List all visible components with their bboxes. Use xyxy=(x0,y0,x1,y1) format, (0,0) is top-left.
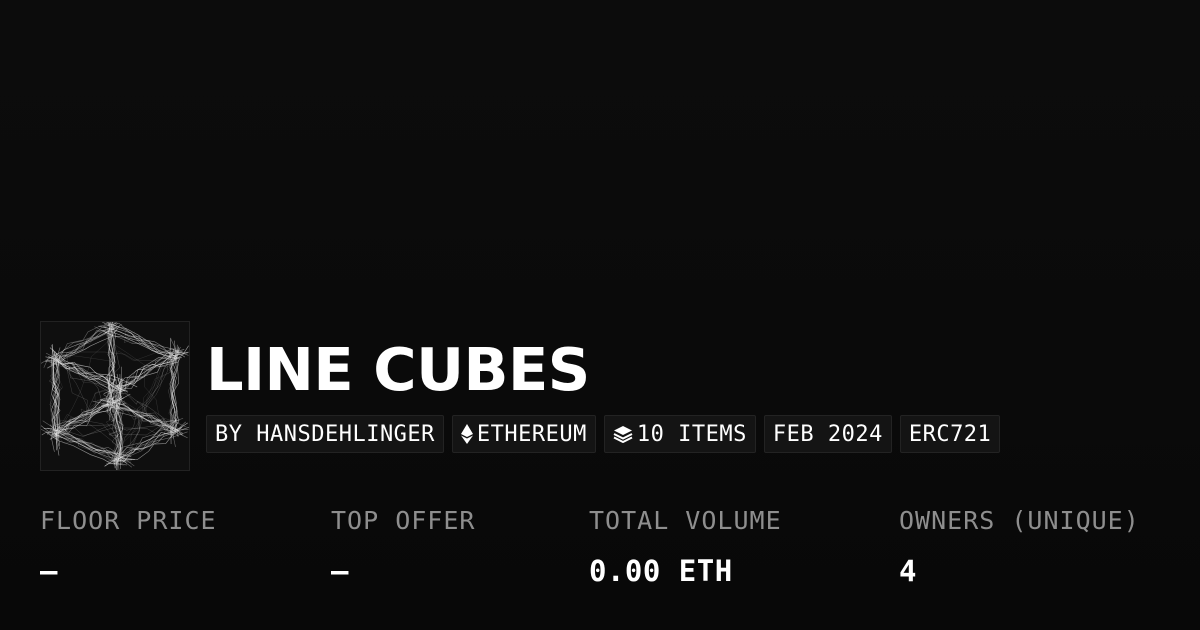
collection-card: LINE CUBES BY HANSDEHLINGER ETHEREUM 10 … xyxy=(0,0,1200,630)
stat-label: TOTAL VOLUME xyxy=(589,506,782,535)
stat-floor-price: FLOOR PRICE – xyxy=(40,503,217,589)
creator-label: BY HANSDEHLINGER xyxy=(215,421,435,447)
standard-label: ERC721 xyxy=(908,421,992,447)
chain-label: ETHEREUM xyxy=(476,421,587,447)
stat-top-offer: TOP OFFER – xyxy=(331,503,475,589)
stat-owners: OWNERS (UNIQUE) 4 xyxy=(899,503,1140,589)
ethereum-icon xyxy=(460,424,473,444)
stat-value: – xyxy=(40,554,58,588)
stat-total-volume: TOTAL VOLUME 0.00 ETH xyxy=(589,503,782,589)
stat-value: 0.00 ETH xyxy=(589,554,733,588)
stat-label: TOP OFFER xyxy=(331,506,476,535)
date-tag: FEB 2024 xyxy=(763,415,892,453)
creator-tag[interactable]: BY HANSDEHLINGER xyxy=(206,415,444,453)
standard-tag: ERC721 xyxy=(899,415,1001,453)
items-tag[interactable]: 10 ITEMS xyxy=(603,415,756,453)
date-label: FEB 2024 xyxy=(772,421,883,447)
stat-value: 4 xyxy=(899,554,917,588)
stat-value: – xyxy=(331,554,349,588)
collection-tags: BY HANSDEHLINGER ETHEREUM 10 ITEMS FEB 2… xyxy=(206,415,1001,453)
chain-tag[interactable]: ETHEREUM xyxy=(451,415,596,453)
stat-label: FLOOR PRICE xyxy=(40,506,217,535)
line-cube-artwork xyxy=(41,322,189,470)
items-label: 10 ITEMS xyxy=(636,421,747,447)
layers-icon xyxy=(613,425,633,443)
stat-label: OWNERS (UNIQUE) xyxy=(899,506,1140,535)
collection-title: LINE CUBES xyxy=(206,335,590,404)
collection-thumbnail[interactable] xyxy=(40,321,190,471)
